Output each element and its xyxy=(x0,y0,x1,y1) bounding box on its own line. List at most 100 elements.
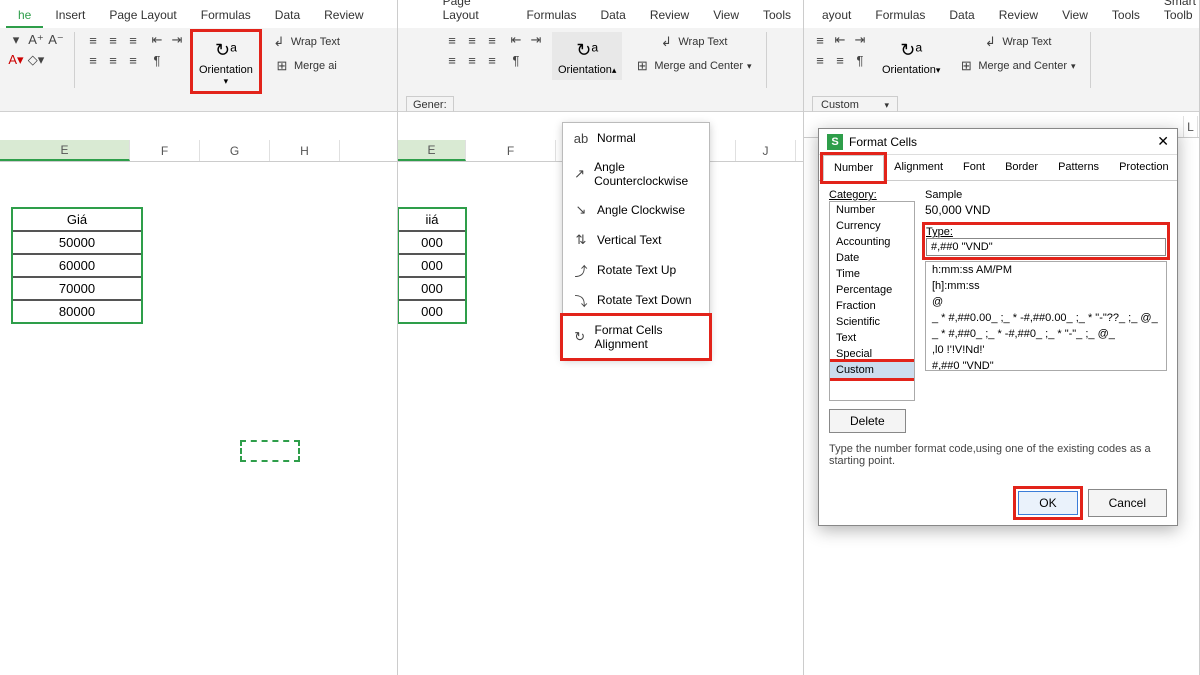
tab-view[interactable]: View xyxy=(701,4,751,28)
orientation-rotate-down[interactable]: ⤵Rotate Text Down xyxy=(563,285,709,315)
category-list[interactable]: Number Currency Accounting Date Time Per… xyxy=(829,201,915,401)
indent-increase-icon[interactable]: ⇥ xyxy=(852,32,868,48)
type-list-item[interactable]: ,l0 !'!V!Nd!' xyxy=(926,342,1166,358)
wrap-text-button[interactable]: ↲Wrap Text xyxy=(954,32,1079,52)
align-icon[interactable]: ≡ xyxy=(832,52,848,68)
type-input[interactable] xyxy=(926,238,1166,256)
col-header-h[interactable]: H xyxy=(270,140,340,161)
align-left-icon[interactable]: ≡ xyxy=(444,52,460,68)
align-top-icon[interactable]: ≡ xyxy=(444,32,460,48)
tab-smart-toolbox[interactable]: Smart Toolb xyxy=(1152,0,1200,28)
align-middle-icon[interactable]: ≡ xyxy=(105,32,121,48)
dlg-tab-border[interactable]: Border xyxy=(995,155,1048,180)
data-cell[interactable]: 80000 xyxy=(12,300,142,323)
cancel-button[interactable]: Cancel xyxy=(1088,489,1167,517)
tab-pagelayout[interactable]: Page Layout xyxy=(431,0,515,28)
dlg-tab-number[interactable]: Number xyxy=(823,155,884,181)
tab-review[interactable]: Review xyxy=(638,4,701,28)
indent-decrease-icon[interactable]: ⇤ xyxy=(149,32,165,48)
tab-review[interactable]: Review xyxy=(987,4,1050,28)
orientation-normal[interactable]: abNormal xyxy=(563,123,709,153)
category-item[interactable]: Fraction xyxy=(830,298,914,314)
data-cell[interactable]: 70000 xyxy=(12,277,142,300)
align-right-icon[interactable]: ≡ xyxy=(484,52,500,68)
dropdown-icon[interactable]: ▾ xyxy=(8,32,24,48)
align-center-icon[interactable]: ≡ xyxy=(105,52,121,68)
ok-button[interactable]: OK xyxy=(1018,491,1077,515)
col-header-l[interactable]: L xyxy=(1184,116,1198,137)
spreadsheet-grid[interactable]: E F J iiá 000 000 000 000 abNormal ↗Angl… xyxy=(398,112,803,675)
align-left-icon[interactable]: ≡ xyxy=(85,52,101,68)
dlg-tab-font[interactable]: Font xyxy=(953,155,995,180)
type-list[interactable]: h:mm:ss AM/PM [h]:mm:ss @ _ * #,##0.00_ … xyxy=(925,261,1167,371)
clear-format-icon[interactable]: ◇▾ xyxy=(28,52,44,68)
align-top-icon[interactable]: ≡ xyxy=(85,32,101,48)
tab-tools[interactable]: Tools xyxy=(751,4,803,28)
category-item[interactable]: Special xyxy=(830,346,914,362)
category-item[interactable]: Scientific xyxy=(830,314,914,330)
tab-insert[interactable]: Insert xyxy=(43,4,97,28)
dlg-tab-protection[interactable]: Protection xyxy=(1109,155,1179,180)
tab-view[interactable]: View xyxy=(1050,4,1100,28)
data-cell[interactable]: 50000 xyxy=(12,231,142,254)
indent-increase-icon[interactable]: ⇥ xyxy=(169,32,185,48)
tab-formulas[interactable]: Formulas xyxy=(514,4,588,28)
merge-button[interactable]: ⊞ Merge ai xyxy=(267,56,344,76)
decrease-font-icon[interactable]: A⁻ xyxy=(48,32,64,48)
orientation-rotate-up[interactable]: ⤴Rotate Text Up xyxy=(563,255,709,285)
orientation-button[interactable]: ↻ᵃ Orientation▴ xyxy=(552,32,622,80)
category-item[interactable]: Text xyxy=(830,330,914,346)
spreadsheet-grid[interactable]: E F G H Giá 50000 60000 70000 80000 xyxy=(0,112,397,675)
align-middle-icon[interactable]: ≡ xyxy=(464,32,480,48)
col-header-f[interactable]: F xyxy=(466,140,556,161)
category-item[interactable]: Date xyxy=(830,250,914,266)
category-item[interactable]: Percentage xyxy=(830,282,914,298)
col-header-f[interactable]: F xyxy=(130,140,200,161)
ltr-icon[interactable]: ¶ xyxy=(508,52,524,68)
close-icon[interactable]: ✕ xyxy=(1157,133,1169,150)
orientation-vertical[interactable]: ⇅Vertical Text xyxy=(563,225,709,255)
category-item-custom[interactable]: Custom xyxy=(830,362,914,378)
tab-data[interactable]: Data xyxy=(263,4,312,28)
tab-layout[interactable]: ayout xyxy=(810,4,863,28)
tab-data[interactable]: Data xyxy=(588,4,637,28)
type-list-item[interactable]: [h]:mm:ss xyxy=(926,278,1166,294)
data-cell[interactable]: 000 xyxy=(398,231,466,254)
col-header-e[interactable]: E xyxy=(398,140,466,161)
tab-tools[interactable]: Tools xyxy=(1100,4,1152,28)
data-cell[interactable]: 000 xyxy=(398,277,466,300)
orientation-format-cells[interactable]: ↻Format Cells Alignment xyxy=(563,316,709,358)
orientation-button[interactable]: ↻ᵃ Orientation▾ xyxy=(876,32,946,80)
delete-button[interactable]: Delete xyxy=(829,409,906,433)
increase-font-icon[interactable]: A⁺ xyxy=(28,32,44,48)
category-item[interactable]: Currency xyxy=(830,218,914,234)
ltr-icon[interactable]: ¶ xyxy=(149,52,165,68)
tab-formulas[interactable]: Formulas xyxy=(863,4,937,28)
dlg-tab-alignment[interactable]: Alignment xyxy=(884,155,953,180)
align-bottom-icon[interactable]: ≡ xyxy=(484,32,500,48)
dlg-tab-patterns[interactable]: Patterns xyxy=(1048,155,1109,180)
col-header-g[interactable]: G xyxy=(200,140,270,161)
align-right-icon[interactable]: ≡ xyxy=(125,52,141,68)
tab-pagelayout[interactable]: Page Layout xyxy=(97,4,188,28)
orientation-button[interactable]: ↻ᵃ Orientation▾ xyxy=(193,32,259,91)
type-list-item[interactable]: _ * #,##0.00_ ;_ * -#,##0.00_ ;_ * "-"??… xyxy=(926,310,1166,326)
type-list-item[interactable]: h:mm:ss AM/PM xyxy=(926,262,1166,278)
category-item[interactable]: Time xyxy=(830,266,914,282)
wrap-text-button[interactable]: ↲ Wrap Text xyxy=(630,32,755,52)
data-cell[interactable]: 000 xyxy=(398,300,466,323)
align-bottom-icon[interactable]: ≡ xyxy=(125,32,141,48)
data-cell[interactable]: 60000 xyxy=(12,254,142,277)
data-header-cell[interactable]: iiá xyxy=(398,208,466,231)
font-color-icon[interactable]: A▾ xyxy=(8,52,24,68)
wrap-text-button[interactable]: ↲ Wrap Text xyxy=(267,32,344,52)
tab-data[interactable]: Data xyxy=(937,4,986,28)
type-list-item[interactable]: @ xyxy=(926,294,1166,310)
tab-home[interactable]: he xyxy=(6,4,43,28)
merge-center-button[interactable]: ⊞Merge and Center▾ xyxy=(954,56,1079,76)
data-header-cell[interactable]: Giá xyxy=(12,208,142,231)
indent-increase-icon[interactable]: ⇥ xyxy=(528,32,544,48)
orientation-cw[interactable]: ↘Angle Clockwise xyxy=(563,195,709,225)
align-center-icon[interactable]: ≡ xyxy=(464,52,480,68)
category-item[interactable]: Number xyxy=(830,202,914,218)
